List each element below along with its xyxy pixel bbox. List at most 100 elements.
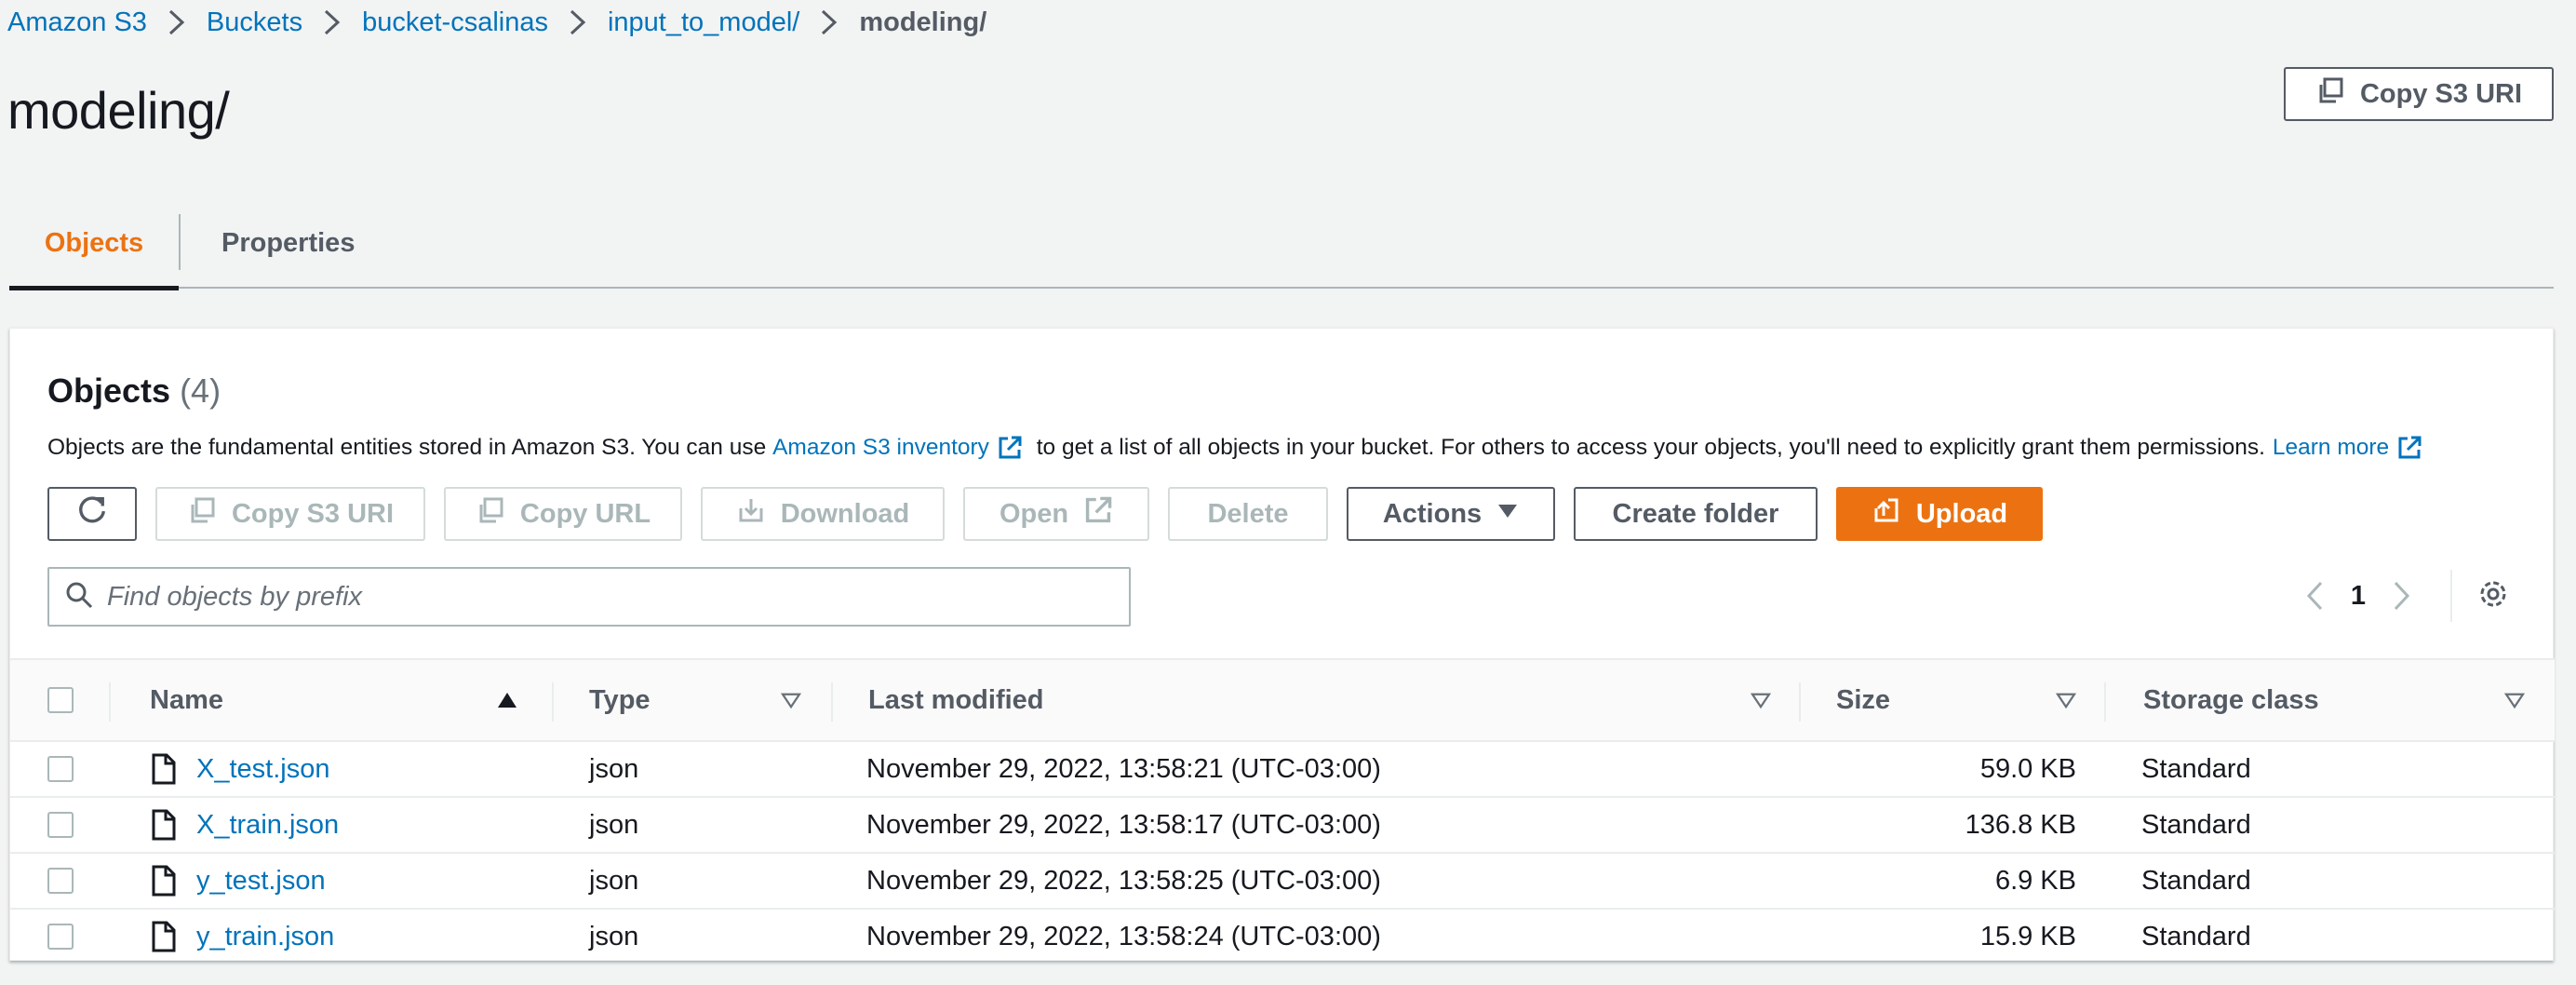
- row-checkbox[interactable]: [47, 756, 74, 782]
- copy-icon: [187, 495, 217, 533]
- row-checkbox[interactable]: [47, 812, 74, 838]
- row-checkbox[interactable]: [47, 868, 74, 894]
- column-divider: [109, 682, 111, 722]
- copy-icon: [2315, 75, 2345, 113]
- file-icon: [150, 798, 178, 852]
- objects-table: Name Type Last modified Size Storage cla…: [10, 658, 2555, 965]
- sort-icon: [2056, 692, 2076, 708]
- external-link-icon: [2396, 435, 2422, 461]
- column-divider: [1799, 682, 1801, 722]
- object-last-modified: November 29, 2022, 13:58:17 (UTC-03:00): [866, 809, 1381, 840]
- refresh-icon: [75, 493, 109, 534]
- open-button[interactable]: Open: [963, 487, 1149, 541]
- page-title: modeling/: [7, 81, 230, 140]
- sort-icon: [1751, 692, 1771, 708]
- object-last-modified: November 29, 2022, 13:58:21 (UTC-03:00): [866, 753, 1381, 784]
- table-row[interactable]: X_test.json json November 29, 2022, 13:5…: [10, 742, 2555, 798]
- next-page-icon[interactable]: [2374, 568, 2430, 624]
- object-last-modified: November 29, 2022, 13:58:24 (UTC-03:00): [866, 921, 1381, 951]
- chevron-right-icon: [799, 8, 859, 36]
- tab-objects[interactable]: Objects: [9, 197, 179, 290]
- search-box: [47, 567, 1131, 627]
- chevron-right-icon: [147, 8, 207, 36]
- actions-dropdown[interactable]: Actions: [1347, 487, 1555, 541]
- column-type-label: Type: [589, 684, 651, 715]
- column-divider: [552, 682, 554, 722]
- copy-url-label: Copy URL: [519, 498, 651, 529]
- table-header: Name Type Last modified Size Storage cla…: [10, 658, 2555, 742]
- upload-label: Upload: [1915, 498, 2008, 529]
- object-size: 6.9 KB: [1994, 865, 2076, 896]
- copy-s3-uri-label: Copy S3 URI: [2359, 78, 2523, 109]
- caret-down-icon: [1496, 499, 1519, 530]
- download-button[interactable]: Download: [701, 487, 945, 541]
- chevron-right-icon: [548, 8, 608, 36]
- object-type: json: [589, 753, 639, 784]
- object-name-link[interactable]: X_train.json: [196, 810, 339, 841]
- table-row[interactable]: y_test.json json November 29, 2022, 13:5…: [10, 854, 2555, 910]
- object-type: json: [589, 809, 639, 840]
- pager-divider: [2450, 570, 2452, 622]
- create-folder-button[interactable]: Create folder: [1574, 487, 1818, 541]
- file-icon: [150, 910, 178, 964]
- select-all-checkbox[interactable]: [47, 687, 74, 713]
- file-icon: [150, 854, 178, 908]
- column-storage-class[interactable]: Storage class: [2143, 660, 2534, 740]
- create-folder-label: Create folder: [1612, 498, 1779, 529]
- search-icon: [64, 580, 94, 614]
- objects-description: Objects are the fundamental entities sto…: [47, 435, 2430, 461]
- object-type: json: [589, 921, 639, 951]
- sort-icon: [2504, 692, 2525, 708]
- breadcrumb-input-folder[interactable]: input_to_model/: [608, 7, 799, 38]
- search-input[interactable]: [107, 581, 1112, 613]
- column-storage-class-label: Storage class: [2143, 684, 2319, 715]
- breadcrumb-buckets[interactable]: Buckets: [207, 7, 302, 38]
- upload-button[interactable]: Upload: [1836, 487, 2043, 541]
- column-divider: [2104, 682, 2106, 722]
- column-name[interactable]: Name: [150, 660, 531, 740]
- copy-url-button[interactable]: Copy URL: [444, 487, 682, 541]
- column-last-modified[interactable]: Last modified: [868, 660, 1780, 740]
- pagination: 1: [2287, 563, 2510, 628]
- column-type[interactable]: Type: [589, 660, 812, 740]
- tab-properties[interactable]: Properties: [181, 197, 396, 289]
- description-text-1: Objects are the fundamental entities sto…: [47, 435, 773, 460]
- row-checkbox[interactable]: [47, 924, 74, 950]
- column-name-label: Name: [150, 684, 223, 715]
- current-page[interactable]: 1: [2342, 581, 2374, 612]
- s3-inventory-link[interactable]: Amazon S3 inventory: [772, 435, 989, 461]
- breadcrumb-bucket[interactable]: bucket-csalinas: [362, 7, 548, 38]
- objects-title: Objects: [47, 371, 171, 410]
- breadcrumb-current: modeling/: [859, 7, 987, 37]
- external-link-icon: [1083, 495, 1113, 533]
- external-link-icon: [997, 435, 1023, 461]
- object-last-modified: November 29, 2022, 13:58:25 (UTC-03:00): [866, 865, 1381, 896]
- copy-s3-uri-toolbar-button[interactable]: Copy S3 URI: [155, 487, 425, 541]
- object-type: json: [589, 865, 639, 896]
- breadcrumb: Amazon S3 Buckets bucket-csalinas input_…: [7, 4, 986, 41]
- object-name-link[interactable]: X_test.json: [196, 754, 329, 785]
- sort-ascending-icon: [496, 691, 518, 709]
- refresh-button[interactable]: [47, 487, 137, 541]
- file-icon: [150, 742, 178, 796]
- table-row[interactable]: y_train.json json November 29, 2022, 13:…: [10, 910, 2555, 965]
- actions-label: Actions: [1382, 498, 1483, 529]
- upload-icon: [1872, 495, 1901, 533]
- table-row[interactable]: X_train.json json November 29, 2022, 13:…: [10, 798, 2555, 854]
- object-size: 15.9 KB: [1979, 921, 2076, 951]
- object-size: 59.0 KB: [1979, 753, 2076, 784]
- copy-s3-uri-button[interactable]: Copy S3 URI: [2284, 67, 2554, 121]
- delete-button[interactable]: Delete: [1168, 487, 1328, 541]
- tab-bar: Objects Properties: [9, 197, 2554, 290]
- object-storage-class: Standard: [2141, 921, 2251, 951]
- column-size[interactable]: Size: [1836, 660, 2087, 740]
- prev-page-icon[interactable]: [2287, 568, 2342, 624]
- gear-icon[interactable]: [2476, 577, 2510, 615]
- description-text-2: to get a list of all objects in your buc…: [1029, 435, 2265, 460]
- breadcrumb-amazon-s3[interactable]: Amazon S3: [7, 7, 147, 38]
- learn-more-link[interactable]: Learn more: [2273, 435, 2389, 461]
- object-storage-class: Standard: [2141, 809, 2251, 840]
- object-name-link[interactable]: y_train.json: [196, 922, 334, 952]
- objects-toolbar: Copy S3 URI Copy URL Download Open Delet…: [47, 487, 2043, 541]
- object-name-link[interactable]: y_test.json: [196, 866, 326, 897]
